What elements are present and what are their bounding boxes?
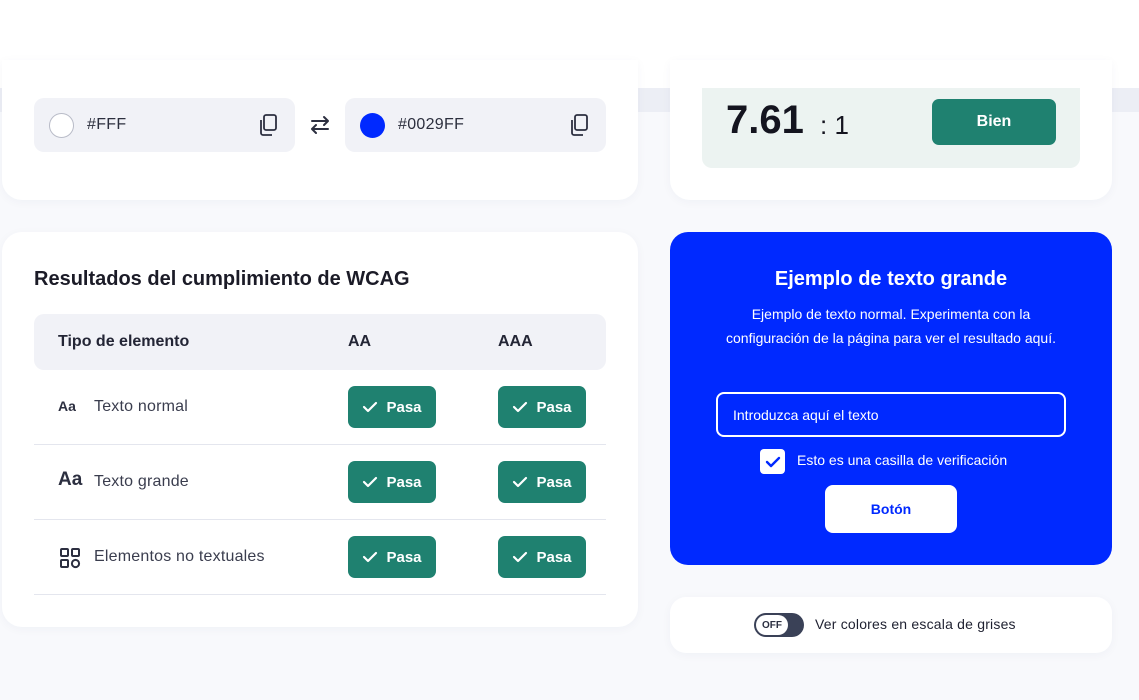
grayscale-toggle-label: Ver colores en escala de grises — [815, 616, 1016, 632]
row-label: Texto normal — [94, 398, 188, 415]
grid-icon — [60, 548, 81, 569]
pass-badge-aa: Pasa — [348, 386, 436, 428]
header-aa: AA — [348, 333, 372, 350]
check-icon — [513, 476, 528, 488]
text-size-small-icon: Aa — [58, 398, 76, 414]
pass-label: Pasa — [386, 473, 422, 491]
preview-normal-text: Ejemplo de texto normal. Experimenta con… — [726, 306, 1056, 346]
check-icon — [513, 401, 528, 413]
swap-arrows-icon[interactable] — [307, 112, 333, 138]
preview-large-text: Ejemplo de texto grande — [774, 268, 1008, 290]
results-table-header: Tipo de elemento AA AAA — [34, 314, 606, 370]
pass-badge-aaa: Pasa — [498, 386, 586, 428]
pass-label: Pasa — [386, 548, 422, 566]
header-element-type: Tipo de elemento — [58, 333, 190, 350]
preview-checkbox-label: Esto es una casilla de verificación — [797, 452, 1008, 468]
contrast-ratio-box: 7.61 : 1 Bien — [702, 88, 1080, 168]
background-color-field[interactable]: #0029FF — [345, 98, 606, 152]
table-row: Elementos no textuales Pasa Pasa — [34, 520, 606, 595]
pass-label: Pasa — [536, 398, 572, 416]
contrast-ratio-value: 7.61 — [726, 98, 804, 142]
check-icon — [363, 476, 378, 488]
pass-label: Pasa — [536, 473, 572, 491]
check-icon — [363, 551, 378, 563]
check-icon — [513, 551, 528, 563]
results-title: Resultados del cumplimiento de WCAG — [34, 268, 410, 290]
background-color-code[interactable]: #0029FF — [398, 116, 568, 134]
preview-text-input[interactable] — [716, 392, 1066, 437]
table-row: Aa Texto normal Pasa Pasa — [34, 370, 606, 445]
pass-badge-aaa: Pasa — [498, 461, 586, 503]
preview-button[interactable]: Botón — [825, 485, 957, 533]
preview-card: Ejemplo de texto grande Ejemplo de texto… — [670, 232, 1112, 565]
toggle-state-label: OFF — [756, 615, 788, 635]
pass-label: Pasa — [536, 548, 572, 566]
contrast-ratio-card: 7.61 : 1 Bien — [670, 60, 1112, 200]
header-aaa: AAA — [498, 333, 533, 350]
grayscale-toggle-card: OFF Ver colores en escala de grises — [670, 597, 1112, 653]
copy-icon[interactable] — [568, 113, 590, 137]
color-picker-card: #FFF #0029FF — [2, 60, 638, 200]
pass-badge-aa: Pasa — [348, 536, 436, 578]
background-swatch[interactable] — [360, 112, 385, 138]
table-row: Aa Texto grande Pasa Pasa — [34, 445, 606, 520]
wcag-results-card: Resultados del cumplimiento de WCAG Tipo… — [2, 232, 638, 627]
contrast-ratio-suffix: : 1 — [820, 110, 849, 140]
row-label: Elementos no textuales — [94, 548, 265, 565]
check-icon — [363, 401, 378, 413]
foreground-color-field[interactable]: #FFF — [34, 98, 295, 152]
pass-label: Pasa — [386, 398, 422, 416]
copy-icon[interactable] — [257, 113, 279, 137]
check-icon — [765, 456, 780, 467]
foreground-color-code[interactable]: #FFF — [87, 116, 257, 134]
pass-badge-aaa: Pasa — [498, 536, 586, 578]
pass-badge-aa: Pasa — [348, 461, 436, 503]
row-label: Texto grande — [94, 473, 189, 490]
foreground-swatch[interactable] — [49, 112, 74, 138]
contrast-rating-badge: Bien — [932, 99, 1056, 145]
text-size-large-icon: Aa — [58, 469, 83, 490]
preview-checkbox[interactable] — [760, 449, 785, 474]
grayscale-toggle[interactable]: OFF — [754, 613, 804, 637]
